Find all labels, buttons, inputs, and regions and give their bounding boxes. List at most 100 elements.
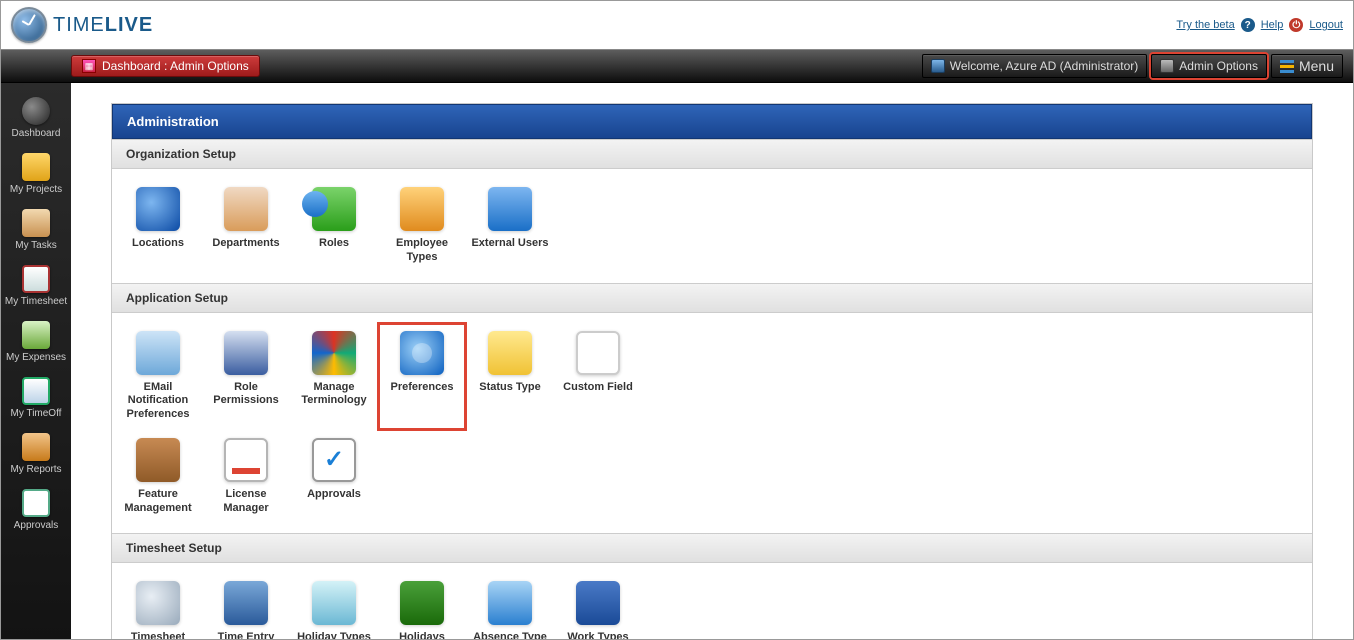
period-clock-icon — [136, 581, 180, 625]
shield-icon — [224, 331, 268, 375]
menu-icon — [1280, 60, 1294, 73]
folder-icon — [22, 153, 50, 181]
folder-open-icon — [136, 438, 180, 482]
section-org-items: Locations Departments Roles Employee Typ… — [112, 169, 1312, 283]
gauge-icon — [22, 97, 50, 125]
section-app-items: EMail Notification Preferences Role Perm… — [112, 313, 672, 534]
item-label: Absence Type — [468, 631, 552, 639]
welcome-user-button[interactable]: Welcome, Azure AD (Administrator) — [922, 54, 1148, 78]
sidebar-item-label: My Projects — [1, 184, 71, 195]
section-app-header: Application Setup — [112, 283, 1312, 313]
logout-icon[interactable]: ⏻ — [1289, 18, 1303, 32]
terminology-icon — [312, 331, 356, 375]
item-label: Work Types — [556, 631, 640, 639]
role-permissions-item[interactable]: Role Permissions — [202, 323, 290, 430]
employee-types-item[interactable]: Employee Types — [378, 179, 466, 273]
timesheet-period-types-item[interactable]: Timesheet Period Types — [114, 573, 202, 639]
feature-management-item[interactable]: Feature Management — [114, 430, 202, 524]
dashboard-icon: ▦ — [82, 59, 96, 73]
item-label: Time Entry Archive — [204, 631, 288, 639]
item-label: Roles — [292, 237, 376, 251]
sidebar-item-label: My Timesheet — [1, 296, 71, 307]
external-user-icon — [488, 187, 532, 231]
departments-item[interactable]: Departments — [202, 179, 290, 273]
users-icon — [312, 187, 356, 231]
sidebar-item-projects[interactable]: My Projects — [1, 147, 71, 203]
menu-button[interactable]: Menu — [1271, 54, 1343, 78]
topbar: ▦ Dashboard : Admin Options Welcome, Azu… — [1, 49, 1353, 83]
page-title: Administration — [112, 104, 1312, 139]
chart-icon — [576, 331, 620, 375]
item-label: Manage Terminology — [292, 381, 376, 409]
palm-icon — [400, 581, 444, 625]
admin-panel: Administration Organization Setup Locati… — [111, 103, 1313, 639]
sidebar: Dashboard My Projects My Tasks My Timesh… — [1, 83, 71, 639]
breadcrumb-text: Dashboard : Admin Options — [102, 59, 249, 73]
menu-text: Menu — [1299, 58, 1334, 74]
sidebar-item-expenses[interactable]: My Expenses — [1, 315, 71, 371]
clock-icon — [11, 7, 47, 43]
sidebar-item-label: My Expenses — [1, 352, 71, 363]
item-label: Holiday Types — [292, 631, 376, 639]
preferences-item[interactable]: Preferences — [378, 323, 466, 430]
sidebar-item-label: Approvals — [1, 520, 71, 531]
help-link[interactable]: Help — [1261, 19, 1284, 31]
help-icon[interactable]: ? — [1241, 18, 1255, 32]
welcome-text: Welcome, Azure AD (Administrator) — [950, 59, 1139, 73]
admin-icon — [1160, 59, 1174, 73]
logout-link[interactable]: Logout — [1309, 19, 1343, 31]
gear-icon — [400, 331, 444, 375]
item-label: Timesheet Period Types — [116, 631, 200, 639]
sidebar-item-label: My TimeOff — [1, 408, 71, 419]
calendar-icon — [22, 377, 50, 405]
note-icon — [488, 331, 532, 375]
report-icon — [22, 433, 50, 461]
license-icon — [224, 438, 268, 482]
sidebar-item-timesheet[interactable]: My Timesheet — [1, 259, 71, 315]
locations-item[interactable]: Locations — [114, 179, 202, 273]
item-label: Feature Management — [116, 488, 200, 516]
status-type-item[interactable]: Status Type — [466, 323, 554, 430]
breadcrumb[interactable]: ▦ Dashboard : Admin Options — [71, 55, 260, 77]
topbar-right: Welcome, Azure AD (Administrator) Admin … — [922, 54, 1343, 78]
item-label: Locations — [116, 237, 200, 251]
custom-field-item[interactable]: Custom Field — [554, 323, 642, 430]
archive-icon — [224, 581, 268, 625]
puzzle-icon — [576, 581, 620, 625]
absence-type-item[interactable]: Absence Type — [466, 573, 554, 639]
item-label: Role Permissions — [204, 381, 288, 409]
work-types-item[interactable]: Work Types — [554, 573, 642, 639]
time-entry-archive-item[interactable]: Time Entry Archive — [202, 573, 290, 639]
app-header: TIMELIVE Try the beta ? Help ⏻ Logout — [1, 1, 1353, 49]
admin-options-text: Admin Options — [1179, 59, 1258, 73]
logo[interactable]: TIMELIVE — [11, 7, 153, 43]
sidebar-item-tasks[interactable]: My Tasks — [1, 203, 71, 259]
sidebar-item-label: Dashboard — [1, 128, 71, 139]
item-label: Departments — [204, 237, 288, 251]
manage-terminology-item[interactable]: Manage Terminology — [290, 323, 378, 430]
try-beta-link[interactable]: Try the beta — [1176, 19, 1234, 31]
holidays-item[interactable]: Holidays — [378, 573, 466, 639]
sidebar-item-timeoff[interactable]: My TimeOff — [1, 371, 71, 427]
item-label: Preferences — [380, 381, 464, 395]
header-links: Try the beta ? Help ⏻ Logout — [1176, 18, 1343, 32]
calendar-clock-icon — [22, 265, 50, 293]
item-label: EMail Notification Preferences — [116, 381, 200, 422]
holiday-types-item[interactable]: Holiday Types — [290, 573, 378, 639]
sidebar-item-dashboard[interactable]: Dashboard — [1, 91, 71, 147]
logo-text: TIMELIVE — [53, 14, 153, 37]
admin-options-button[interactable]: Admin Options — [1151, 54, 1267, 78]
external-users-item[interactable]: External Users — [466, 179, 554, 273]
roles-item[interactable]: Roles — [290, 179, 378, 273]
license-manager-item[interactable]: License Manager — [202, 430, 290, 524]
section-ts-items: Timesheet Period Types Time Entry Archiv… — [112, 563, 1312, 639]
sidebar-item-reports[interactable]: My Reports — [1, 427, 71, 483]
sidebar-item-approvals[interactable]: Approvals — [1, 483, 71, 539]
sidebar-item-label: My Reports — [1, 464, 71, 475]
email-notification-item[interactable]: EMail Notification Preferences — [114, 323, 202, 430]
user-icon — [931, 59, 945, 73]
section-ts-header: Timesheet Setup — [112, 533, 1312, 563]
approvals-item[interactable]: Approvals — [290, 430, 378, 524]
item-label: Holidays — [380, 631, 464, 639]
mail-icon — [136, 331, 180, 375]
